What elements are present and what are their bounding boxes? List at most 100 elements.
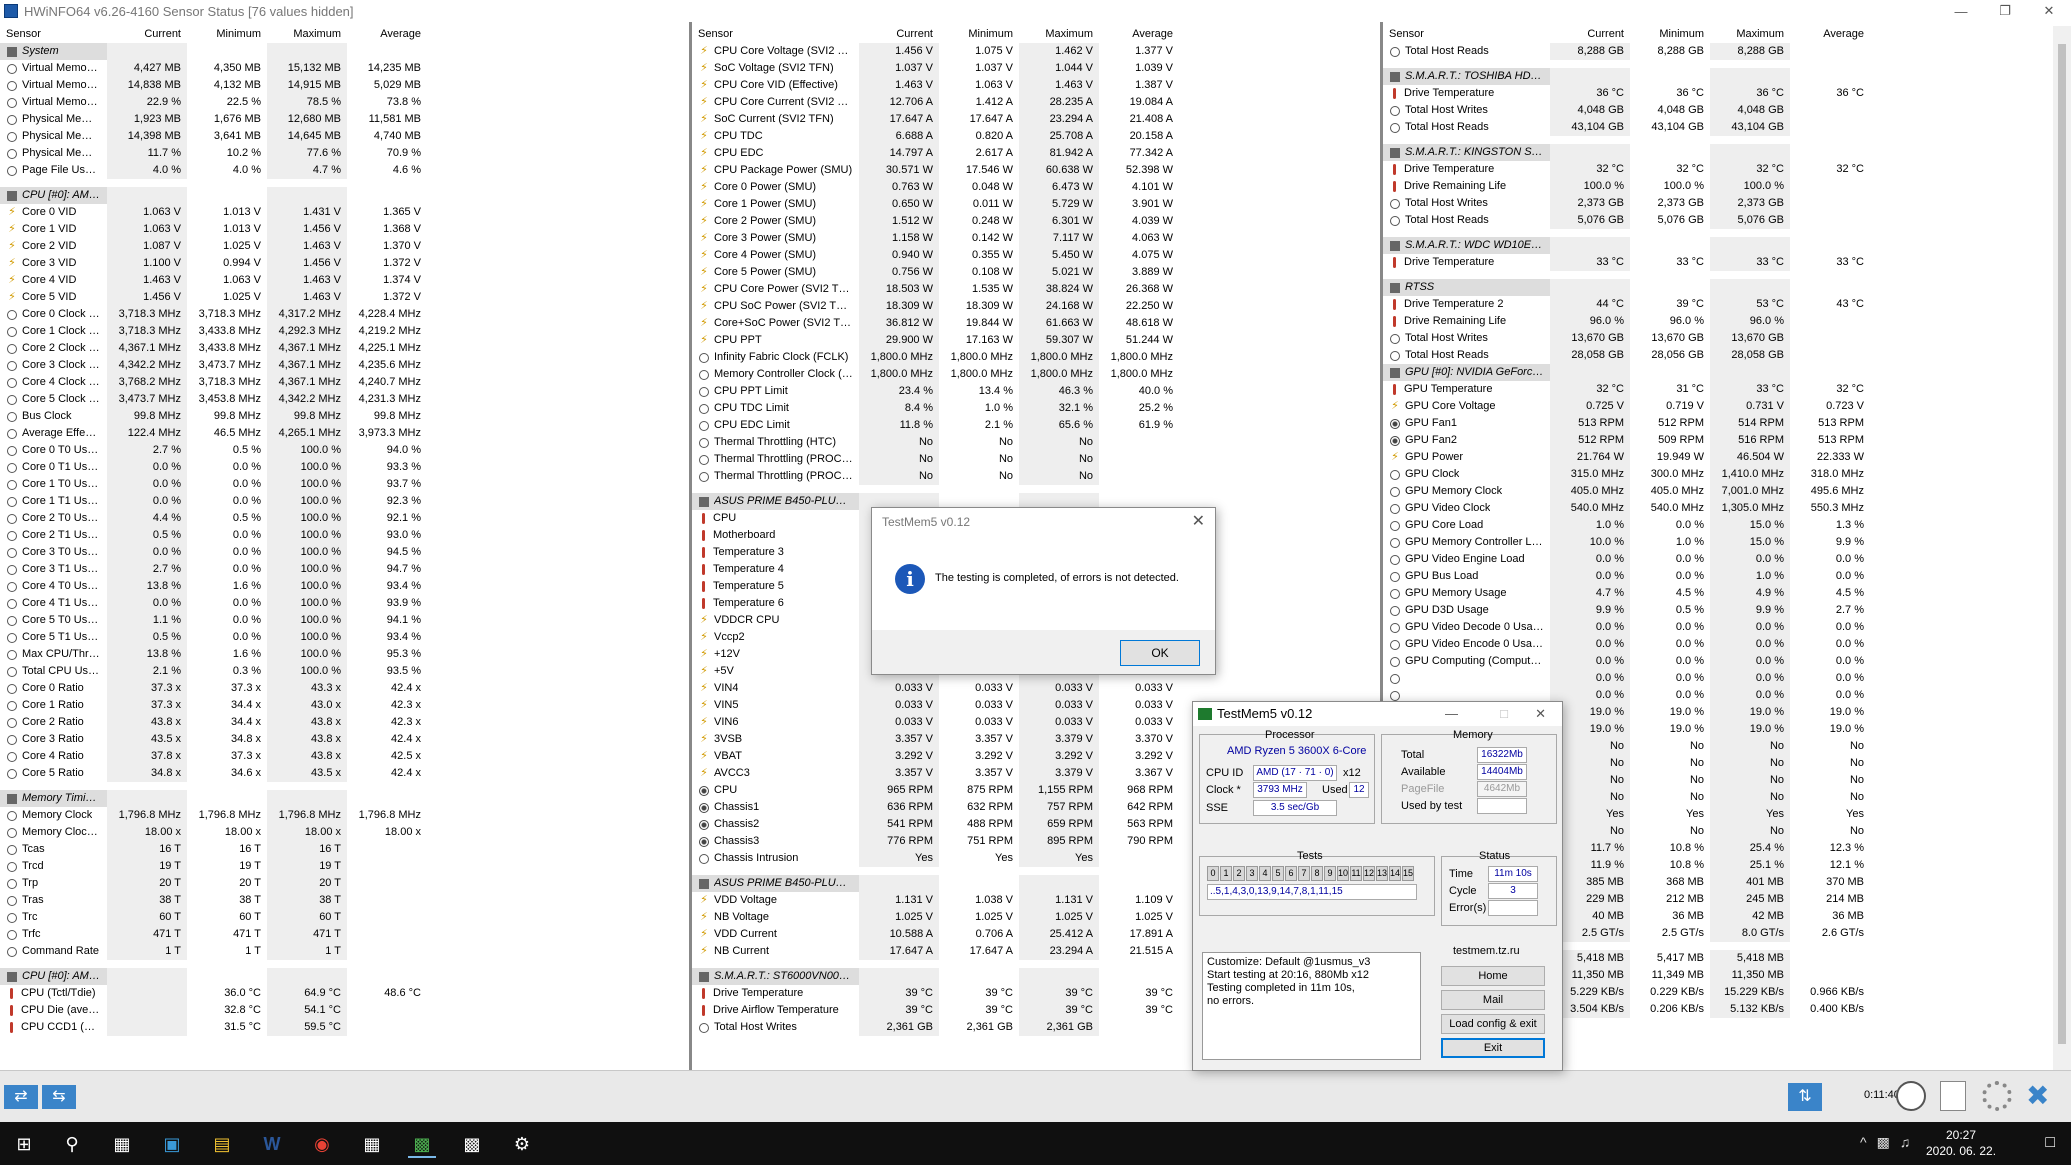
sensor-row[interactable]: Core 5 T1 Usage 0.5 % 0.0 % 100.0 % 93.4 % xyxy=(0,629,689,646)
sensor-row[interactable]: CPU PPT Limit 23.4 % 13.4 % 46.3 % 40.0 % xyxy=(692,383,1380,400)
sensor-row[interactable]: CPU TDC Limit 8.4 % 1.0 % 32.1 % 25.2 % xyxy=(692,400,1380,417)
header-average[interactable]: Average xyxy=(347,26,427,43)
sensor-row[interactable]: Core 0 T1 Usage 0.0 % 0.0 % 100.0 % 93.3 % xyxy=(0,459,689,476)
restore-icon[interactable]: ❐ xyxy=(1983,3,2027,19)
sensor-row[interactable]: Total Host Writes 13,670 GB 13,670 GB 13,67… xyxy=(1383,330,2053,347)
sensor-row[interactable]: Core 3 Clock (p... 4,342.2 MHz 3,473.7 MHz… xyxy=(0,357,689,374)
vertical-scrollbar[interactable] xyxy=(2053,26,2071,1070)
header-maximum[interactable]: Maximum xyxy=(1019,26,1099,43)
sensor-row[interactable]: ⚡ VIN4 0.033 V 0.033 V 0.033 V 0.033 V xyxy=(692,680,1380,697)
sensor-row[interactable]: Core 4 Clock (p... 3,768.2 MHz 3,718.3 MHz… xyxy=(0,374,689,391)
sensor-row[interactable]: CPU CCD1 (Tdie) 31.5 °C 59.5 °C xyxy=(0,1019,689,1036)
home-button[interactable]: Home xyxy=(1441,966,1545,986)
ok-button[interactable]: OK xyxy=(1120,640,1200,666)
sensor-group[interactable]: S.M.A.R.T.: TOSHIBA HDW... xyxy=(1383,68,2053,85)
sensor-row[interactable]: GPU Memory Clock 405.0 MHz 405.0 MHz 7,001.… xyxy=(1383,483,2053,500)
sensor-row[interactable]: Core 4 T0 Usage 13.8 % 1.6 % 100.0 % 93.4 % xyxy=(0,578,689,595)
sensor-row[interactable]: CPU Die (avera... 32.8 °C 54.1 °C xyxy=(0,1002,689,1019)
sensor-row[interactable]: Thermal Throttling (PROCHO... No No No xyxy=(692,468,1380,485)
sensor-row[interactable]: Bus Clock 99.8 MHz 99.8 MHz 99.8 MHz 99.8 MH… xyxy=(0,408,689,425)
sensor-row[interactable]: GPU Memory Controller Load 10.0 % 1.0 % 15.… xyxy=(1383,534,2053,551)
sensor-row[interactable]: Core 0 T0 Usage 2.7 % 0.5 % 100.0 % 94.0 % xyxy=(0,442,689,459)
sensor-row[interactable]: Trfc 471 T 471 T 471 T xyxy=(0,926,689,943)
sensor-row[interactable]: ⚡ Core 0 VID 1.063 V 1.013 V 1.431 V 1.365 V xyxy=(0,204,689,221)
dialog-close-icon[interactable]: ✕ xyxy=(1192,511,1205,531)
nav-left-icon[interactable]: ⇄ xyxy=(4,1085,38,1109)
mail-button[interactable]: Mail xyxy=(1441,990,1545,1010)
sensor-group[interactable]: S.M.A.R.T.: WDC WD10EZ... xyxy=(1383,237,2053,254)
sensor-row[interactable]: Core 1 Clock (p... 3,718.3 MHz 3,433.8 MHz… xyxy=(0,323,689,340)
sensor-row[interactable]: ⚡ Core 1 VID 1.063 V 1.013 V 1.456 V 1.368 V xyxy=(0,221,689,238)
sensor-row[interactable]: ⚡ SoC Current (SVI2 TFN) 17.647 A 17.647 A 2… xyxy=(692,111,1380,128)
nav-right-icon[interactable]: ⇆ xyxy=(42,1085,76,1109)
sensor-row[interactable]: CPU (Tctl/Tdie) 36.0 °C 64.9 °C 48.6 °C xyxy=(0,985,689,1002)
sensor-row[interactable]: Core 2 T0 Usage 4.4 % 0.5 % 100.0 % 92.1 % xyxy=(0,510,689,527)
sensor-row[interactable]: Total Host Writes 4,048 GB 4,048 GB 4,048 G… xyxy=(1383,102,2053,119)
sensor-row[interactable]: Physical Memor... 11.7 % 10.2 % 77.6 % 70.9 … xyxy=(0,145,689,162)
header-average[interactable]: Average xyxy=(1099,26,1179,43)
sensor-group[interactable]: RTSS xyxy=(1383,279,2053,296)
sensor-row[interactable]: Virtual Memory ... 22.9 % 22.5 % 78.5 % 73.8… xyxy=(0,94,689,111)
sensor-row[interactable]: ⚡ CPU Core VID (Effective) 1.463 V 1.063 V 1… xyxy=(692,77,1380,94)
sensor-row[interactable]: GPU D3D Usage 9.9 % 0.5 % 9.9 % 2.7 % xyxy=(1383,602,2053,619)
sensor-row[interactable]: ⚡ GPU Power 21.764 W 19.949 W 46.504 W 22.333… xyxy=(1383,449,2053,466)
sensor-row[interactable]: Core 5 Clock (p... 3,473.7 MHz 3,453.8 MHz… xyxy=(0,391,689,408)
sensor-row[interactable]: GPU Memory Usage 4.7 % 4.5 % 4.9 % 4.5 % xyxy=(1383,585,2053,602)
report-icon[interactable] xyxy=(1940,1081,1966,1111)
sensor-row[interactable]: GPU Temperature 32 °C 31 °C 33 °C 32 °C xyxy=(1383,381,2053,398)
sensor-row[interactable]: ⚡ Core 5 Power (SMU) 0.756 W 0.108 W 5.021 W… xyxy=(692,264,1380,281)
sensor-row[interactable]: Total Host Reads 43,104 GB 43,104 GB 43,104… xyxy=(1383,119,2053,136)
load-config-exit-button[interactable]: Load config & exit xyxy=(1441,1014,1545,1034)
sensor-row[interactable]: Page File Usage 4.0 % 4.0 % 4.7 % 4.6 % xyxy=(0,162,689,179)
sensor-row[interactable]: 0.0 % 0.0 % 0.0 % 0.0 % xyxy=(1383,670,2053,687)
search-icon[interactable]: ⚲ xyxy=(58,1130,86,1158)
sensor-row[interactable]: ⚡ Core 2 VID 1.087 V 1.025 V 1.463 V 1.370 V xyxy=(0,238,689,255)
sensor-row[interactable]: GPU Video Engine Load 0.0 % 0.0 % 0.0 % 0.0 … xyxy=(1383,551,2053,568)
exit-button[interactable]: Exit xyxy=(1441,1038,1545,1058)
app-icon-tool[interactable]: ⚙ xyxy=(508,1130,536,1158)
tm5-maximize-icon[interactable]: □ xyxy=(1500,702,1508,726)
sensor-row[interactable]: ⚡ Core 3 Power (SMU) 1.158 W 0.142 W 7.117 W… xyxy=(692,230,1380,247)
sensor-row[interactable]: Total Host Writes 2,373 GB 2,373 GB 2,373 G… xyxy=(1383,195,2053,212)
sensor-row[interactable]: ⚡ Core+SoC Power (SVI2 TFN) 36.812 W 19.844… xyxy=(692,315,1380,332)
sensor-row[interactable]: ⚡ Core 4 Power (SMU) 0.940 W 0.355 W 5.450 W… xyxy=(692,247,1380,264)
header-minimum[interactable]: Minimum xyxy=(939,26,1019,43)
sensor-row[interactable]: Trcd 19 T 19 T 19 T xyxy=(0,858,689,875)
close-sensors-icon[interactable]: ✖ xyxy=(2026,1079,2049,1112)
sensor-row[interactable]: GPU Video Decode 0 Usage 0.0 % 0.0 % 0.0 % 0… xyxy=(1383,619,2053,636)
clock-icon[interactable] xyxy=(1896,1081,1926,1111)
sensor-row[interactable]: ⚡ Core 0 Power (SMU) 0.763 W 0.048 W 6.473 W… xyxy=(692,179,1380,196)
header-sensor[interactable]: Sensor xyxy=(1383,26,1550,43)
sensor-row[interactable]: Command Rate 1 T 1 T 1 T xyxy=(0,943,689,960)
chrome-icon[interactable]: ◉ xyxy=(308,1130,336,1158)
sensor-row[interactable]: Core 5 T0 Usage 1.1 % 0.0 % 100.0 % 94.1 % xyxy=(0,612,689,629)
sensor-group[interactable]: CPU [#0]: AMD... xyxy=(0,968,689,985)
sensor-row[interactable]: Drive Remaining Life 100.0 % 100.0 % 100.0 … xyxy=(1383,178,2053,195)
sensor-row[interactable]: Physical Memor... 1,923 MB 1,676 MB 12,680 … xyxy=(0,111,689,128)
sensor-group[interactable]: System xyxy=(0,43,689,60)
header-sensor[interactable]: Sensor xyxy=(692,26,859,43)
header-average[interactable]: Average xyxy=(1790,26,1870,43)
sensor-row[interactable]: Thermal Throttling (HTC) No No No xyxy=(692,434,1380,451)
sensor-row[interactable]: Total CPU Usage 2.1 % 0.3 % 100.0 % 93.5 % xyxy=(0,663,689,680)
sensor-row[interactable]: GPU Fan1 513 RPM 512 RPM 514 RPM 513 RPM xyxy=(1383,415,2053,432)
sensor-row[interactable]: Tcas 16 T 16 T 16 T xyxy=(0,841,689,858)
sensor-row[interactable]: Total Host Reads 8,288 GB 8,288 GB 8,288 GB xyxy=(1383,43,2053,60)
sensor-row[interactable]: Trp 20 T 20 T 20 T xyxy=(0,875,689,892)
network-icon[interactable]: ⇅ xyxy=(1788,1083,1822,1111)
sensor-row[interactable]: Trc 60 T 60 T 60 T xyxy=(0,909,689,926)
sensor-row[interactable]: Drive Temperature 36 °C 36 °C 36 °C 36 °C xyxy=(1383,85,2053,102)
sensor-row[interactable]: ⚡ Core 2 Power (SMU) 1.512 W 0.248 W 6.301 W… xyxy=(692,213,1380,230)
sensor-row[interactable]: Core 1 Ratio 37.3 x 34.4 x 43.0 x 42.3 x xyxy=(0,697,689,714)
sensor-row[interactable]: GPU Video Clock 540.0 MHz 540.0 MHz 1,305.0… xyxy=(1383,500,2053,517)
sensor-row[interactable]: ⚡ Core 4 VID 1.463 V 1.063 V 1.463 V 1.374 V xyxy=(0,272,689,289)
sensor-row[interactable]: GPU Core Load 1.0 % 0.0 % 15.0 % 1.3 % xyxy=(1383,517,2053,534)
sensor-row[interactable]: ⚡ CPU PPT 29.900 W 17.163 W 59.307 W 51.244 W xyxy=(692,332,1380,349)
notification-icon[interactable]: □ xyxy=(2045,1134,2055,1152)
minimize-icon[interactable]: — xyxy=(1939,4,1983,19)
sensor-row[interactable]: ⚡ CPU Core Voltage (SVI2 TFN) 1.456 V 1.075… xyxy=(692,43,1380,60)
sensor-row[interactable]: Average Effecti... 122.4 MHz 46.5 MHz 4,265… xyxy=(0,425,689,442)
taskbar-clock[interactable]: 20:27 2020. 06. 22. xyxy=(1911,1127,2011,1159)
header-maximum[interactable]: Maximum xyxy=(1710,26,1790,43)
tm5-close-icon[interactable]: ✕ xyxy=(1535,702,1546,726)
